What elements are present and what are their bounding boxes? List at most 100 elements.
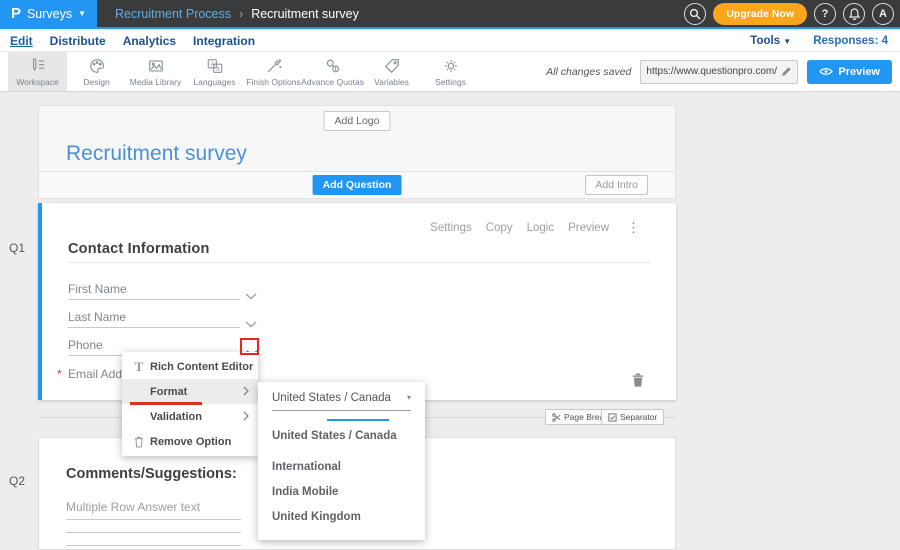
menu-item-format[interactable]: Format (122, 379, 258, 404)
menu-item-rich-content-editor[interactable]: T Rich Content Editor (122, 354, 258, 379)
responses-link[interactable]: Responses: 4 (813, 35, 888, 47)
question-actions: Settings Copy Logic Preview ⋮ (430, 220, 640, 236)
survey-url-value: https://www.questionpro.com/t/APNrFZ (646, 66, 777, 77)
question-heading[interactable]: Contact Information (68, 241, 210, 257)
question-copy-link[interactable]: Copy (486, 222, 513, 234)
toolbar-right: All changes saved https://www.questionpr… (546, 52, 900, 91)
image-icon (147, 57, 165, 75)
toolbar-item-variables[interactable]: Variables (362, 52, 421, 91)
add-question-bar: Add Question Add Intro (38, 172, 676, 199)
field-label: Last Name (68, 310, 126, 324)
question-number-q2: Q2 (9, 474, 25, 488)
menu-item-validation[interactable]: Validation (122, 404, 258, 429)
question-mark-icon: ? (822, 8, 829, 20)
trash-icon (632, 373, 644, 387)
submenu-chevron-right-icon (243, 383, 249, 401)
heading-divider (68, 262, 650, 263)
workspace-icon (29, 57, 47, 75)
toolbar-label: Design (83, 77, 109, 87)
survey-title[interactable]: Recruitment survey (66, 142, 247, 166)
toolbar-item-design[interactable]: Design (67, 52, 126, 91)
breadcrumb-survey-name: Recruitment survey (251, 7, 359, 21)
svg-text:a: a (216, 65, 220, 72)
question-preview-link[interactable]: Preview (568, 222, 609, 234)
toolbar-label: Finish Options (246, 77, 300, 87)
preview-button[interactable]: Preview (807, 60, 892, 84)
edit-pencil-icon[interactable] (781, 66, 792, 77)
tab-analytics[interactable]: Analytics (123, 34, 176, 48)
question-heading[interactable]: Comments/Suggestions: (66, 466, 237, 482)
editor-toolbar: Workspace Design Media Library Aa Langua… (0, 52, 900, 92)
format-option-united-kingdom[interactable]: United Kingdom (272, 511, 361, 523)
question-number-q1: Q1 (9, 241, 25, 255)
upgrade-now-button[interactable]: Upgrade Now (713, 3, 807, 25)
tab-distribute[interactable]: Distribute (50, 34, 106, 48)
breadcrumb-separator-icon: › (239, 7, 243, 21)
help-button[interactable]: ? (814, 3, 836, 25)
topbar-actions: Upgrade Now ? A (684, 3, 900, 25)
survey-header-block: Add Logo Recruitment survey (38, 105, 676, 172)
add-intro-button[interactable]: Add Intro (585, 175, 648, 195)
required-asterisk: * (57, 367, 62, 381)
delete-question-button[interactable] (632, 373, 644, 392)
question-logic-link[interactable]: Logic (527, 222, 555, 234)
field-row-first-name[interactable]: First Name (68, 280, 240, 300)
field-dropdown-chevron-icon[interactable] (245, 315, 257, 333)
separator-icon (608, 413, 617, 422)
search-icon (689, 8, 701, 20)
red-annotation-underline (130, 402, 202, 405)
question-settings-link[interactable]: Settings (430, 222, 472, 234)
section-nav: Edit Distribute Analytics Integration To… (0, 31, 900, 52)
chevron-down-icon: ▼ (78, 10, 86, 18)
format-select[interactable]: United States / Canada ▾ (272, 392, 411, 411)
breadcrumb-folder-link[interactable]: Recruitment Process (115, 7, 231, 21)
editor-main: Q1 Q2 Add Logo Recruitment survey Add Qu… (0, 92, 900, 550)
format-option-india-mobile[interactable]: India Mobile (272, 486, 338, 498)
field-dropdown-chevron-icon[interactable] (245, 287, 257, 305)
survey-url-field[interactable]: https://www.questionpro.com/t/APNrFZ (640, 60, 798, 84)
toolbar-item-workspace[interactable]: Workspace (8, 52, 67, 91)
toolbar-item-media-library[interactable]: Media Library (126, 52, 185, 91)
chevron-down-icon: ▼ (783, 37, 791, 46)
chevron-down-icon: ▾ (407, 394, 411, 402)
notifications-button[interactable] (843, 3, 865, 25)
account-avatar[interactable]: A (872, 3, 894, 25)
quota-links-icon (324, 57, 342, 75)
bell-icon (849, 8, 860, 20)
toolbar-item-languages[interactable]: Aa Languages (185, 52, 244, 91)
product-name: Surveys (27, 7, 72, 21)
multirow-answer-placeholder[interactable]: Multiple Row Answer text (66, 500, 200, 514)
search-button[interactable] (684, 3, 706, 25)
add-question-button[interactable]: Add Question (313, 175, 402, 195)
magic-wand-icon (265, 57, 283, 75)
trash-icon (132, 436, 146, 448)
toolbar-item-advance-quotas[interactable]: Advance Quotas (303, 52, 362, 91)
tab-edit[interactable]: Edit (10, 34, 33, 48)
toolbar-label: Media Library (130, 77, 182, 87)
separator-button[interactable]: Separator (601, 409, 664, 425)
phone-format-submenu: United States / Canada ▾ United States /… (258, 382, 425, 540)
field-row-last-name[interactable]: Last Name (68, 308, 240, 328)
eye-icon (819, 67, 833, 76)
tools-dropdown[interactable]: Tools ▼ (750, 35, 791, 47)
answer-line (66, 532, 241, 533)
add-logo-button[interactable]: Add Logo (324, 111, 391, 131)
toolbar-item-settings[interactable]: Settings (421, 52, 480, 91)
nav-right: Tools ▼ Responses: 4 (750, 35, 892, 47)
breadcrumb: Recruitment Process › Recruitment survey (115, 7, 359, 21)
more-options-icon[interactable]: ⋮ (627, 220, 640, 236)
option-context-menu: T Rich Content Editor Format Validation … (122, 352, 258, 456)
submenu-chevron-right-icon (243, 408, 249, 426)
tag-icon (383, 57, 401, 75)
surveys-menu[interactable]: P Surveys ▼ (0, 0, 97, 28)
format-option-us-canada[interactable]: United States / Canada (272, 430, 397, 442)
toolbar-label: Languages (193, 77, 235, 87)
tab-integration[interactable]: Integration (193, 34, 255, 48)
translate-icon: Aa (206, 57, 224, 75)
format-selected-value: United States / Canada (272, 392, 391, 404)
menu-item-remove-option[interactable]: Remove Option (122, 429, 258, 454)
palette-icon (88, 57, 106, 75)
toolbar-item-finish-options[interactable]: Finish Options (244, 52, 303, 91)
format-option-international[interactable]: International (272, 461, 341, 473)
answer-line (66, 519, 241, 520)
